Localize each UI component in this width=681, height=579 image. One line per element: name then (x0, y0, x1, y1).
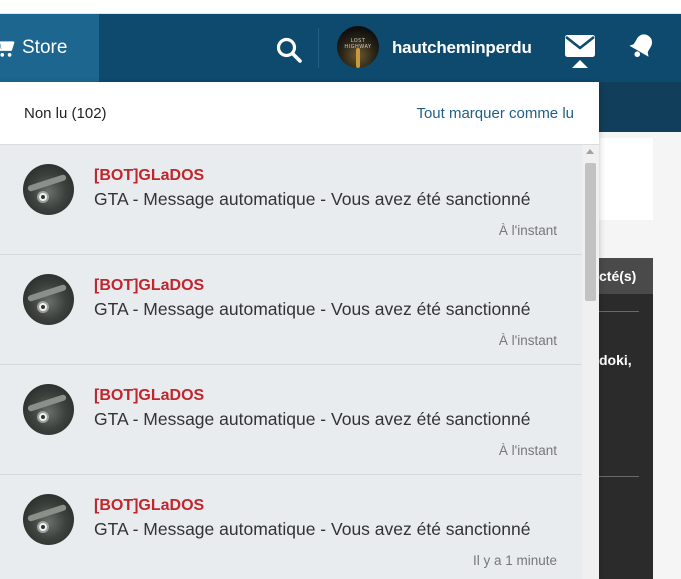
store-label: Store (22, 37, 68, 58)
background-divider (599, 476, 639, 477)
shopping-cart-icon (0, 37, 16, 59)
notification-list: [BOT]GLaDOS GTA - Message automatique - … (0, 145, 582, 579)
notification-message[interactable]: GTA - Message automatique - Vous avez ét… (94, 409, 556, 430)
envelope-icon (564, 34, 596, 63)
background-panel-text: doki, (599, 352, 632, 368)
navbar-divider (318, 28, 319, 68)
store-button[interactable]: Store (0, 14, 99, 82)
notification-message[interactable]: GTA - Message automatique - Vous avez ét… (94, 519, 556, 540)
notification-item[interactable]: [BOT]GLaDOS GTA - Message automatique - … (0, 145, 582, 255)
dropdown-header: Non lu (102) Tout marquer comme lu (0, 82, 599, 145)
bell-icon (627, 31, 657, 66)
sender-avatar (23, 494, 74, 545)
dropdown-caret (572, 60, 588, 68)
background-panel-header-text: cté(s) (599, 268, 637, 284)
background-dark-panel-header: cté(s) (599, 258, 653, 294)
background-card (599, 138, 653, 220)
top-navbar: Store LOST HIGHWAY hautcheminperdu (0, 14, 681, 82)
notification-sender[interactable]: [BOT]GLaDOS (94, 387, 204, 405)
avatar-road (356, 48, 360, 68)
notification-time: Il y a 1 minute (472, 553, 557, 568)
messages-button[interactable] (558, 14, 602, 82)
background-dark-panel (599, 258, 653, 579)
scroll-thumb[interactable] (585, 163, 596, 301)
notification-item[interactable]: [BOT]GLaDOS GTA - Message automatique - … (0, 255, 582, 365)
notification-time: À l'instant (498, 333, 557, 348)
notification-message[interactable]: GTA - Message automatique - Vous avez ét… (94, 189, 556, 210)
search-button[interactable] (275, 36, 303, 64)
dropdown-scrollbar[interactable] (582, 145, 599, 579)
sender-avatar (23, 384, 74, 435)
background-divider (599, 311, 639, 312)
unread-count: Non lu (102) (24, 105, 107, 122)
notification-sender[interactable]: [BOT]GLaDOS (94, 497, 204, 515)
browser-top-strip (0, 0, 681, 14)
notification-sender[interactable]: [BOT]GLaDOS (94, 167, 204, 185)
notification-time: À l'instant (498, 443, 557, 458)
notification-time: À l'instant (498, 223, 557, 238)
notification-item[interactable]: [BOT]GLaDOS GTA - Message automatique - … (0, 475, 582, 579)
notification-item[interactable]: [BOT]GLaDOS GTA - Message automatique - … (0, 365, 582, 475)
user-avatar[interactable]: LOST HIGHWAY (337, 26, 379, 68)
alerts-button[interactable] (620, 14, 664, 82)
mark-all-read-link[interactable]: Tout marquer comme lu (416, 105, 574, 122)
notifications-dropdown: Non lu (102) Tout marquer comme lu [BOT]… (0, 82, 599, 579)
scroll-up-arrow-icon[interactable] (586, 149, 594, 154)
notification-sender[interactable]: [BOT]GLaDOS (94, 277, 204, 295)
sender-avatar (23, 164, 74, 215)
notification-message[interactable]: GTA - Message automatique - Vous avez ét… (94, 299, 556, 320)
username-link[interactable]: hautcheminperdu (392, 38, 532, 58)
sender-avatar (23, 274, 74, 325)
background-subnav (599, 82, 681, 132)
search-icon (275, 37, 303, 68)
